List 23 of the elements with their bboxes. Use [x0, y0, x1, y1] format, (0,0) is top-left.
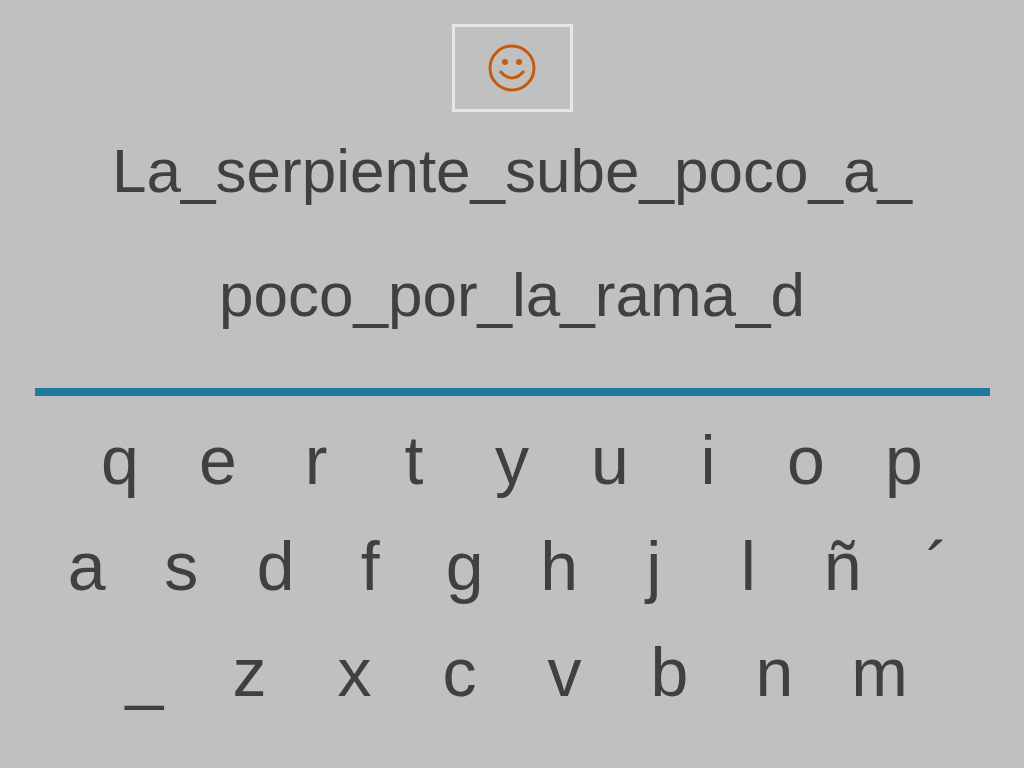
key[interactable]: c	[407, 638, 512, 706]
key[interactable]: z	[197, 638, 302, 706]
key[interactable]: t	[365, 426, 463, 494]
key[interactable]: f	[323, 532, 418, 600]
smiley-icon	[487, 43, 537, 93]
key[interactable]: v	[512, 638, 617, 706]
key[interactable]: n	[722, 638, 827, 706]
key[interactable]: l	[701, 532, 796, 600]
key[interactable]: m	[827, 638, 932, 706]
key[interactable]: u	[561, 426, 659, 494]
emoji-button[interactable]	[451, 24, 573, 112]
key[interactable]: s	[134, 532, 229, 600]
key[interactable]: r	[267, 426, 365, 494]
key[interactable]: o	[757, 426, 855, 494]
key[interactable]: ´	[890, 532, 985, 600]
key[interactable]: e	[169, 426, 267, 494]
key[interactable]: ñ	[795, 532, 890, 600]
key[interactable]: b	[617, 638, 722, 706]
key[interactable]: a	[39, 532, 134, 600]
key[interactable]: x	[302, 638, 407, 706]
key[interactable]: d	[228, 532, 323, 600]
key[interactable]: i	[659, 426, 757, 494]
key[interactable]: h	[512, 532, 607, 600]
